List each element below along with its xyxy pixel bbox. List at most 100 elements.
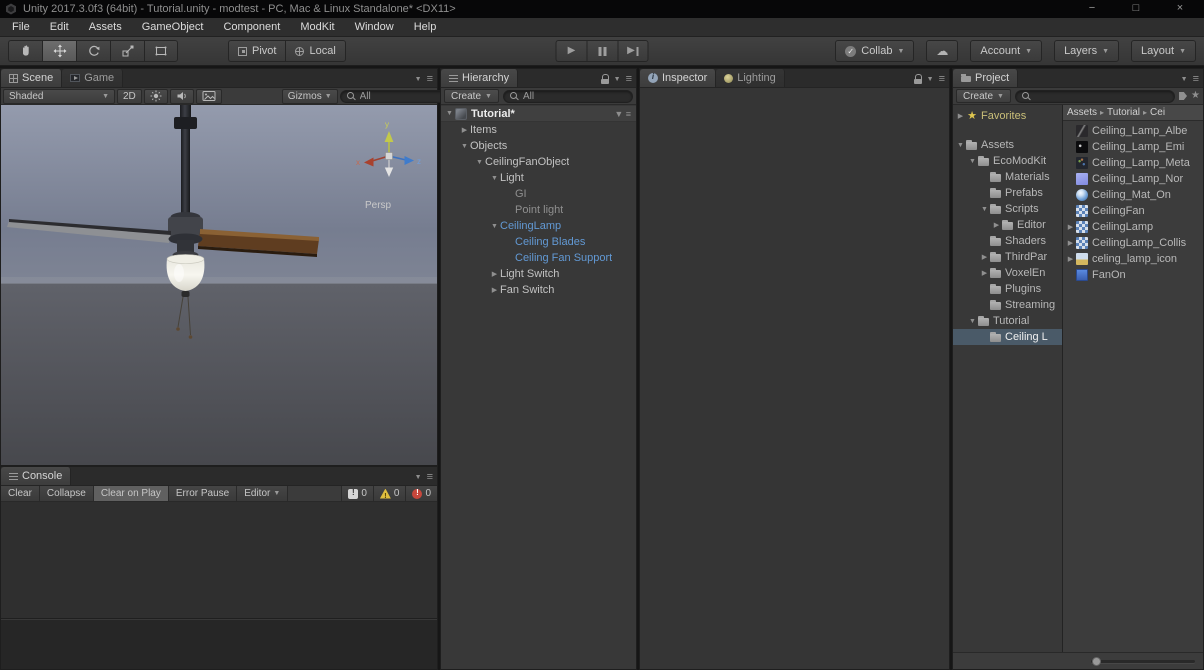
hierarchy-item[interactable]: ▼CeilingFanObject	[441, 154, 636, 170]
hand-tool-button[interactable]	[8, 40, 42, 62]
2d-toggle[interactable]: 2D	[117, 89, 142, 104]
lock-icon[interactable]	[601, 74, 609, 84]
play-button[interactable]: ▶	[556, 40, 587, 62]
pivot-toggle[interactable]: Pivot	[228, 40, 285, 62]
panel-dropdown-icon[interactable]: ▼	[415, 474, 422, 481]
project-tree-item[interactable]: ▼Tutorial	[953, 313, 1062, 329]
hierarchy-item[interactable]: ▼Light	[441, 170, 636, 186]
slider-track[interactable]	[1091, 660, 1195, 663]
hierarchy-item[interactable]: Ceiling Fan Support	[441, 250, 636, 266]
persp-label[interactable]: Persp	[365, 200, 392, 211]
project-tree-item[interactable]: Ceiling L	[953, 329, 1062, 345]
lighting-toggle[interactable]	[144, 89, 168, 104]
project-tree-item[interactable]: Shaders	[953, 233, 1062, 249]
maximize-button[interactable]: □	[1114, 0, 1158, 18]
hierarchy-item[interactable]: ▼Tutorial*▼ ≡	[441, 106, 636, 122]
expander-icon[interactable]: ▼	[474, 159, 485, 166]
project-file[interactable]: ▶celing_lamp_icon	[1063, 251, 1203, 267]
project-tree-item[interactable]: Plugins	[953, 281, 1062, 297]
tab-lighting[interactable]: Lighting	[716, 69, 785, 87]
expander-icon[interactable]: ▼	[955, 142, 966, 149]
expander-icon[interactable]: ▼	[459, 143, 470, 150]
expander-icon[interactable]: ▼	[444, 110, 455, 117]
effects-dropdown[interactable]	[196, 89, 222, 104]
breadcrumb-item[interactable]: Assets	[1067, 107, 1097, 118]
expander-icon[interactable]: ▶	[459, 126, 470, 134]
slider-knob[interactable]	[1092, 657, 1101, 666]
scale-tool-button[interactable]	[110, 40, 144, 62]
error-count-toggle[interactable]: 0	[405, 486, 437, 501]
project-tree-item[interactable]: ▶★Favorites	[953, 108, 1062, 124]
project-tree-item[interactable]: ▶ThirdPar	[953, 249, 1062, 265]
editor-dropdown[interactable]: Editor ▼	[237, 486, 288, 501]
project-file[interactable]: Ceiling_Lamp_Albe	[1063, 123, 1203, 139]
layers-dropdown[interactable]: Layers ▼	[1054, 40, 1119, 62]
panel-menu-icon[interactable]: ≡	[1193, 73, 1198, 85]
info-count-toggle[interactable]: 0	[341, 486, 373, 501]
hierarchy-item[interactable]: GI	[441, 186, 636, 202]
menu-item-edit[interactable]: Edit	[40, 18, 79, 36]
expander-icon[interactable]: ▶	[979, 269, 990, 277]
project-search-field[interactable]	[1015, 90, 1175, 103]
lock-icon[interactable]	[914, 74, 922, 84]
expander-icon[interactable]: ▶	[1065, 239, 1076, 247]
project-file[interactable]: ▶CeilingLamp_Collis	[1063, 235, 1203, 251]
expander-icon[interactable]: ▶	[1065, 255, 1076, 263]
panel-menu-icon[interactable]: ≡	[427, 73, 432, 85]
tab-inspector[interactable]: Inspector	[640, 69, 716, 87]
create-dropdown[interactable]: Create ▼	[956, 89, 1011, 103]
project-file[interactable]: FanOn	[1063, 267, 1203, 283]
panel-menu-icon[interactable]: ≡	[626, 73, 631, 85]
tab-console[interactable]: Console	[1, 467, 71, 485]
project-file[interactable]: Ceiling_Lamp_Nor	[1063, 171, 1203, 187]
step-button[interactable]: ▶	[618, 40, 649, 62]
expander-icon[interactable]: ▶	[489, 270, 500, 278]
clear-on-play-button[interactable]: Clear on Play	[94, 486, 169, 501]
panel-menu-icon[interactable]: ≡	[427, 471, 432, 483]
gizmo-cube[interactable]	[386, 153, 393, 160]
hierarchy-search-field[interactable]: All	[503, 90, 633, 103]
project-tree-item[interactable]: ▶Editor	[953, 217, 1062, 233]
rotate-tool-button[interactable]	[76, 40, 110, 62]
hierarchy-item[interactable]: ▶Fan Switch	[441, 282, 636, 298]
audio-toggle[interactable]	[170, 89, 194, 104]
hierarchy-item[interactable]: Point light	[441, 202, 636, 218]
expander-icon[interactable]: ▶	[955, 112, 966, 120]
project-tree-item[interactable]: ▼Scripts	[953, 201, 1062, 217]
project-file[interactable]: CeilingFan	[1063, 203, 1203, 219]
project-tree-item[interactable]: ▶VoxelEn	[953, 265, 1062, 281]
panel-dropdown-icon[interactable]: ▼	[415, 76, 422, 83]
menu-item-help[interactable]: Help	[404, 18, 447, 36]
expander-icon[interactable]: ▼	[489, 223, 500, 230]
menu-item-modkit[interactable]: ModKit	[290, 18, 344, 36]
rect-tool-button[interactable]	[144, 40, 178, 62]
layout-dropdown[interactable]: Layout ▼	[1131, 40, 1196, 62]
tab-project[interactable]: Project	[953, 69, 1018, 87]
hierarchy-item[interactable]: ▶Items	[441, 122, 636, 138]
collapse-button[interactable]: Collapse	[40, 486, 94, 501]
expander-icon[interactable]: ▼	[489, 175, 500, 182]
expander-icon[interactable]: ▼	[967, 318, 978, 325]
menu-item-gameobject[interactable]: GameObject	[132, 18, 214, 36]
project-tree-item[interactable]: Prefabs	[953, 185, 1062, 201]
gizmos-dropdown[interactable]: Gizmos ▼	[282, 89, 338, 104]
create-dropdown[interactable]: Create ▼	[444, 89, 499, 103]
project-tree-item[interactable]: Materials	[953, 169, 1062, 185]
project-file[interactable]: ▶CeilingLamp	[1063, 219, 1203, 235]
scene-viewport[interactable]: x y z Persp	[1, 105, 437, 465]
breadcrumb-item[interactable]: Cei	[1150, 107, 1165, 118]
menu-item-file[interactable]: File	[2, 18, 40, 36]
hierarchy-item[interactable]: ▼Objects	[441, 138, 636, 154]
expander-icon[interactable]: ▼	[967, 158, 978, 165]
project-file[interactable]: Ceiling_Lamp_Emi	[1063, 139, 1203, 155]
close-button[interactable]: ×	[1158, 0, 1202, 18]
panel-menu-icon[interactable]: ≡	[939, 73, 944, 85]
menu-item-component[interactable]: Component	[213, 18, 290, 36]
panel-dropdown-icon[interactable]: ▼	[614, 76, 621, 83]
move-tool-button[interactable]	[42, 40, 76, 62]
draw-mode-dropdown[interactable]: Shaded ▼	[3, 89, 115, 104]
panel-dropdown-icon[interactable]: ▼	[927, 76, 934, 83]
pause-button[interactable]	[587, 40, 618, 62]
search-by-label-icon[interactable]	[1179, 92, 1187, 100]
hierarchy-item[interactable]: ▶Light Switch	[441, 266, 636, 282]
